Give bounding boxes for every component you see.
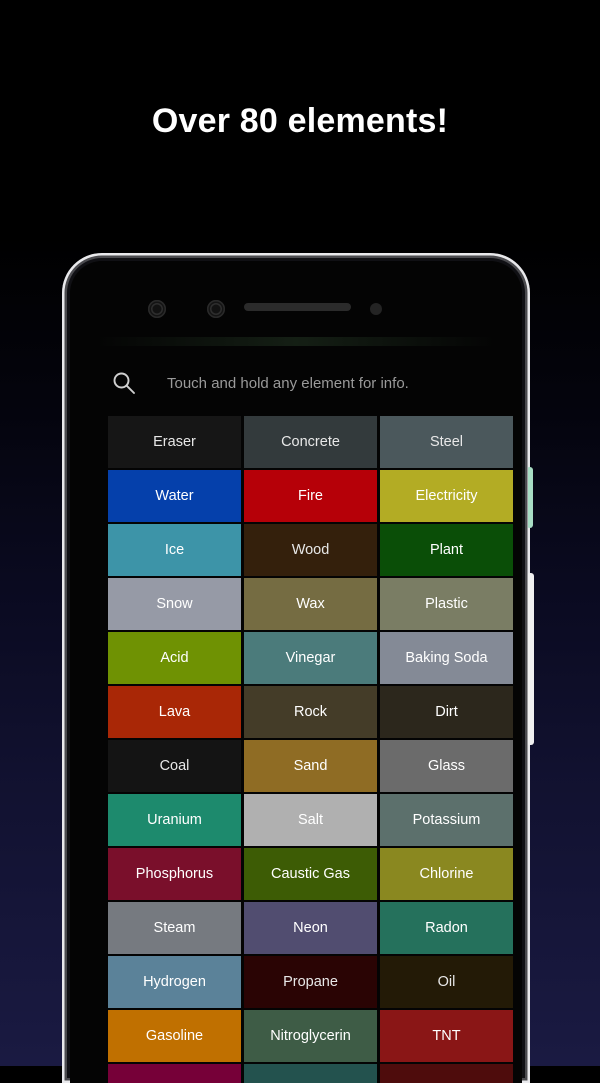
search-bar[interactable] [70,353,522,413]
element-grid[interactable]: Eraser Concrete Steel Water Fire Electricity I… [70,416,522,1083]
element-tile[interactable]: Snow [108,578,241,630]
element-tile[interactable]: TNT [380,1010,513,1062]
element-tile[interactable]: Uranium [108,794,241,846]
element-tile[interactable]: Lava [108,686,241,738]
element-tile[interactable]: Wax [244,578,377,630]
element-tile[interactable]: Plastic [380,578,513,630]
element-tile[interactable]: Gasoline [108,1010,241,1062]
element-tile[interactable]: EMP Bomb [244,1064,377,1083]
element-tile[interactable]: Fusion Bomb [108,1064,241,1083]
element-tile[interactable]: Fuse [380,1064,513,1083]
front-camera-icon [148,300,166,318]
element-tile[interactable]: Concrete [244,416,377,468]
phone-mockup: EraserConcreteSteel WaterFireElectricity I… [62,253,534,1083]
element-tile[interactable]: Salt [244,794,377,846]
element-tile[interactable]: Oil [380,956,513,1008]
phone-screen: EraserConcreteSteel WaterFireElectricity I… [70,261,522,1083]
element-tile[interactable]: Water [108,470,241,522]
element-tile[interactable]: Glass [380,740,513,792]
proximity-sensor-icon [207,300,225,318]
element-tile[interactable]: Acid [108,632,241,684]
element-tile[interactable]: Nitroglycerin [244,1010,377,1062]
element-tile[interactable]: Propane [244,956,377,1008]
element-tile[interactable]: Fire [244,470,377,522]
element-tile[interactable]: Phosphorus [108,848,241,900]
element-tile[interactable]: Steel [380,416,513,468]
search-input[interactable] [167,374,497,392]
page-title: Over 80 elements! [151,102,449,140]
element-tile[interactable]: Coal [108,740,241,792]
element-tile[interactable]: Hydrogen [108,956,241,1008]
element-tile[interactable]: Dirt [380,686,513,738]
led-indicator-icon [370,303,382,315]
element-tile[interactable]: Eraser [108,416,241,468]
earpiece-speaker-icon [244,303,351,311]
element-tile[interactable]: Caustic Gas [244,848,377,900]
element-tile[interactable]: Neon [244,902,377,954]
element-tile[interactable]: Baking Soda [380,632,513,684]
element-tile[interactable]: Wood [244,524,377,576]
power-button[interactable] [528,467,533,528]
element-tile[interactable]: Vinegar [244,632,377,684]
element-tile[interactable]: Rock [244,686,377,738]
element-tile[interactable]: Sand [244,740,377,792]
element-tile[interactable]: Electricity [380,470,513,522]
element-tile[interactable]: Potassium [380,794,513,846]
element-tile[interactable]: Steam [108,902,241,954]
element-tile[interactable]: Radon [380,902,513,954]
search-icon[interactable] [111,370,137,396]
phone-sensor-row [70,291,522,327]
element-tile[interactable]: Ice [108,524,241,576]
element-tile[interactable]: Chlorine [380,848,513,900]
element-tile[interactable]: Plant [380,524,513,576]
volume-rocker-button[interactable] [528,573,534,745]
app-bar-divider [96,337,496,346]
